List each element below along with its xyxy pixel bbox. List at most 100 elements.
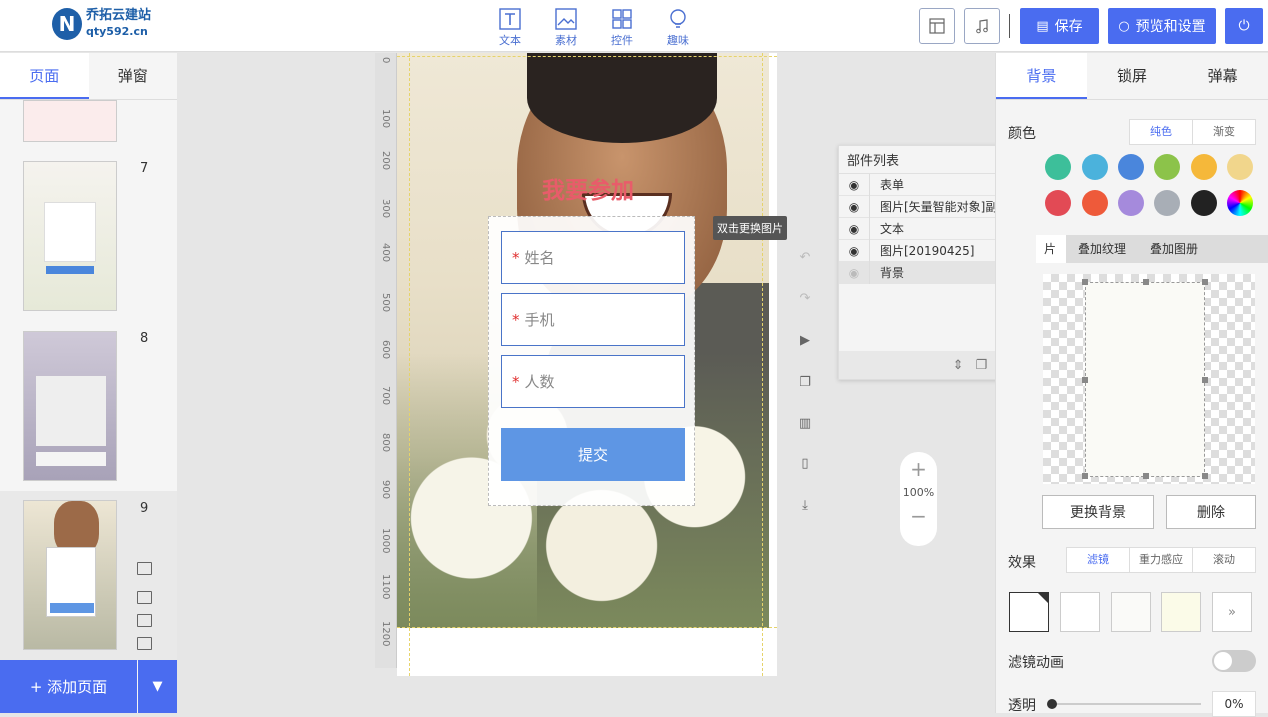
effect-filter[interactable]: 滤镜	[1067, 548, 1130, 572]
color-swatch[interactable]	[1118, 190, 1144, 216]
color-swatch[interactable]	[1082, 154, 1108, 180]
color-swatch[interactable]	[1227, 154, 1253, 180]
logo-icon: N	[52, 8, 82, 40]
chevron-right-icon: »	[1228, 604, 1236, 620]
color-swatch[interactable]	[1154, 154, 1180, 180]
headline-text[interactable]: 我要参加	[542, 171, 634, 205]
text-icon	[499, 8, 521, 30]
ruler-tick: 500	[380, 293, 391, 313]
eye-icon[interactable]: ◉	[839, 266, 869, 280]
download-icon[interactable]: ⤓	[795, 495, 815, 515]
add-page-button[interactable]: + 添加页面	[0, 660, 137, 713]
background-preview[interactable]	[1043, 274, 1255, 484]
tab-background[interactable]: 背景	[996, 53, 1087, 99]
ruler-tick: 1100	[380, 574, 391, 600]
more-filters-button[interactable]: »	[1212, 592, 1252, 632]
subtab-image[interactable]: 片	[1036, 235, 1067, 263]
tab-pages[interactable]: 页面	[0, 53, 89, 99]
device-icon[interactable]: ▯	[795, 453, 815, 473]
color-mode-solid[interactable]: 纯色	[1130, 120, 1193, 144]
color-swatch[interactable]	[1045, 154, 1071, 180]
tab-danmaku[interactable]: 弹幕	[1177, 53, 1268, 99]
redo-icon[interactable]: ↷	[795, 288, 815, 308]
eye-icon[interactable]: ◉	[839, 222, 869, 236]
tool-material-label: 素材	[555, 34, 577, 47]
count-field[interactable]: * 人数	[501, 355, 685, 408]
slider-handle[interactable]	[1047, 699, 1057, 709]
music-button[interactable]	[964, 8, 1000, 44]
resize-handle[interactable]	[1082, 377, 1088, 383]
play-icon[interactable]: ▶	[795, 330, 815, 350]
copy-icon[interactable]: ❐	[976, 358, 988, 373]
delete-background-button[interactable]: 删除	[1166, 495, 1256, 529]
tool-fun[interactable]: 趣味	[650, 8, 706, 48]
resize-handle[interactable]	[1082, 473, 1088, 479]
eye-icon[interactable]: ◉	[839, 200, 869, 214]
filter-option[interactable]	[1060, 592, 1100, 632]
layout-button[interactable]	[919, 8, 955, 44]
opacity-value[interactable]: 0%	[1212, 691, 1256, 717]
signup-form[interactable]: * 姓名 * 手机 * 人数 提交	[488, 216, 695, 506]
opacity-slider[interactable]	[1047, 699, 1201, 709]
save-button[interactable]: ▤ 保存	[1020, 8, 1099, 44]
add-icon[interactable]	[137, 562, 152, 575]
template-icon[interactable]	[137, 591, 152, 604]
logo[interactable]: N 乔拓云建站 qty592.cn	[52, 8, 151, 40]
color-swatch[interactable]	[1154, 190, 1180, 216]
color-swatch[interactable]	[1191, 190, 1217, 216]
page-thumb-8[interactable]	[23, 331, 117, 481]
ruler-tick: 800	[380, 433, 391, 453]
filter-option[interactable]	[1111, 592, 1151, 632]
eye-icon[interactable]: ◉	[839, 244, 869, 258]
color-picker-swatch[interactable]	[1227, 190, 1253, 216]
page-thumb-6[interactable]	[23, 100, 117, 142]
tool-widgets[interactable]: 控件	[594, 8, 650, 48]
undo-icon[interactable]: ↶	[795, 247, 815, 267]
tab-popups[interactable]: 弹窗	[89, 53, 178, 99]
power-icon: ⏻	[1238, 18, 1250, 34]
replace-background-button[interactable]: 更换背景	[1042, 495, 1154, 529]
page-canvas[interactable]: 我要参加 * 姓名 * 手机 * 人数 提交	[397, 53, 777, 676]
resize-handle[interactable]	[1082, 279, 1088, 285]
align-icon[interactable]: ⇕	[953, 358, 964, 373]
phone-field[interactable]: * 手机	[501, 293, 685, 346]
layers-icon[interactable]: ❐	[795, 372, 815, 392]
tab-lockscreen[interactable]: 锁屏	[1087, 53, 1178, 99]
color-swatch[interactable]	[1118, 154, 1144, 180]
zoom-in-icon[interactable]: +	[900, 452, 937, 486]
subtab-album[interactable]: 叠加图册	[1138, 235, 1210, 263]
page-thumb-9[interactable]	[23, 500, 117, 650]
tool-text[interactable]: 文本	[482, 8, 538, 48]
ruler-icon[interactable]: ▥	[795, 413, 815, 433]
resize-handle[interactable]	[1202, 473, 1208, 479]
eye-icon[interactable]: ◉	[839, 178, 869, 192]
subtab-texture[interactable]: 叠加纹理	[1066, 235, 1138, 263]
preview-label: 预览和设置	[1135, 19, 1206, 35]
copy-icon[interactable]	[137, 614, 152, 627]
color-mode-gradient[interactable]: 渐变	[1193, 120, 1255, 144]
submit-button[interactable]: 提交	[501, 428, 685, 481]
tool-material[interactable]: 素材	[538, 8, 594, 48]
filter-animation-toggle[interactable]	[1212, 650, 1256, 672]
power-button[interactable]: ⏻	[1225, 8, 1263, 44]
preview-settings-button[interactable]: ○ 预览和设置	[1108, 8, 1216, 44]
name-field[interactable]: * 姓名	[501, 231, 685, 284]
page-thumb-7[interactable]	[23, 161, 117, 311]
layout-icon	[929, 18, 945, 34]
color-label: 颜色	[1008, 126, 1036, 142]
color-swatch[interactable]	[1191, 154, 1217, 180]
effect-scroll[interactable]: 滚动	[1193, 548, 1255, 572]
filter-option[interactable]	[1161, 592, 1201, 632]
resize-handle[interactable]	[1202, 279, 1208, 285]
add-page-dropdown[interactable]: ▼	[138, 660, 177, 713]
resize-handle[interactable]	[1202, 377, 1208, 383]
filter-option[interactable]	[1009, 592, 1049, 632]
resize-handle[interactable]	[1143, 473, 1149, 479]
zoom-out-icon[interactable]: −	[900, 499, 937, 533]
color-swatch[interactable]	[1045, 190, 1071, 216]
trash-icon[interactable]	[137, 637, 152, 650]
resize-handle[interactable]	[1143, 279, 1149, 285]
page-number: 9	[140, 501, 149, 516]
effect-gravity[interactable]: 重力感应	[1130, 548, 1193, 572]
color-swatch[interactable]	[1082, 190, 1108, 216]
